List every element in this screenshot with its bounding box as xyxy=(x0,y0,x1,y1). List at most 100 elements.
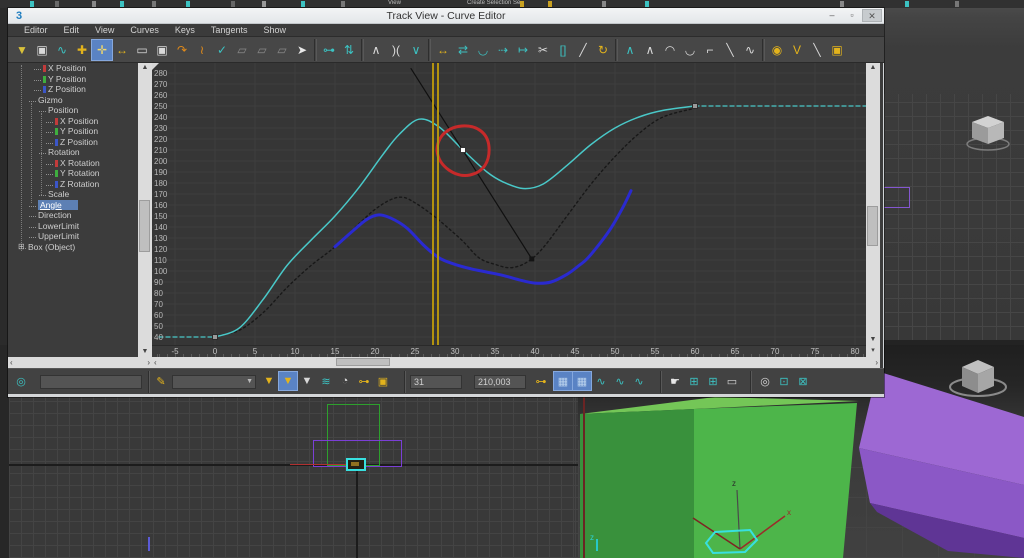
graph-horizontal-scrollbar[interactable]: ‹ › xyxy=(152,357,880,368)
draw-curves-icon[interactable]: ∿ xyxy=(52,40,72,60)
cycle-keys-icon[interactable]: ↻ xyxy=(593,40,613,60)
buffer-curve-icon-1[interactable]: ▱ xyxy=(232,40,252,60)
menu-curves[interactable]: Curves xyxy=(122,25,167,35)
key-time-field[interactable] xyxy=(410,375,462,389)
purple-box-wireframe[interactable] xyxy=(884,187,910,208)
tangent-fast-icon[interactable]: ◠ xyxy=(660,40,680,60)
menu-tangents[interactable]: Tangents xyxy=(203,25,256,35)
cut-keys-icon[interactable]: ✂ xyxy=(533,40,553,60)
track-hierarchy-tree[interactable]: X PositionY PositionZ PositionGizmoPosit… xyxy=(8,63,138,357)
tangent-slow-icon[interactable]: ◡ xyxy=(680,40,700,60)
time-ruler[interactable]: -505101520253035404550556065707580 xyxy=(152,345,866,357)
maximize-button[interactable]: ▫ xyxy=(842,9,862,22)
pan-icon[interactable]: ☛ xyxy=(666,372,684,390)
zoom-icon[interactable]: ◎ xyxy=(756,372,774,390)
reduce-keys-icon[interactable]: ∨ xyxy=(406,40,426,60)
tangent-line[interactable] xyxy=(411,69,532,259)
align-keys-left-icon[interactable]: ↔ xyxy=(433,40,453,60)
tree-vertical-scrollbar[interactable]: ▲ ▼ xyxy=(138,63,152,357)
show-hidden-curves-icon[interactable]: ∿ xyxy=(630,372,648,390)
selection-set-dropdown[interactable]: ▼ xyxy=(172,375,256,389)
title-bar[interactable]: 3 Track View - Curve Editor – ▫ ✕ xyxy=(8,8,884,24)
add-keys-icon[interactable]: ✚ xyxy=(72,40,92,60)
buffer-curve-icon-2[interactable]: ▱ xyxy=(252,40,272,60)
tangent-auto-icon[interactable]: ∧ xyxy=(620,40,640,60)
key-point[interactable] xyxy=(693,104,698,109)
zoom-horizontal-extents-icon[interactable]: ⊞ xyxy=(685,372,703,390)
curve-editor-mode-icon[interactable]: ▦ xyxy=(554,372,572,390)
slide-keys-icon[interactable]: ↔ xyxy=(112,40,132,60)
zoom-region-icon[interactable]: ⊡ xyxy=(775,372,793,390)
window-bottom-border xyxy=(8,394,884,397)
tangent-linear-icon[interactable]: ╲ xyxy=(720,40,740,60)
menu-view[interactable]: View xyxy=(87,25,122,35)
select-time-icon[interactable]: [] xyxy=(553,40,573,60)
edit-track-set-icon[interactable]: ✎ xyxy=(152,372,170,390)
paste-keys-icon[interactable]: ↦ xyxy=(513,40,533,60)
menu-editor[interactable]: Editor xyxy=(16,25,56,35)
align-keys-right-icon[interactable]: ⇄ xyxy=(453,40,473,60)
key-point[interactable] xyxy=(213,335,218,340)
split-curve-icon[interactable]: ╱ xyxy=(573,40,593,60)
key-nudge-icon[interactable]: ⇅ xyxy=(339,40,359,60)
zoom-value-extents-range-icon[interactable]: ⊞ xyxy=(704,372,722,390)
green-cube-left-face[interactable] xyxy=(580,409,694,558)
minimize-button[interactable]: – xyxy=(822,9,842,22)
filter-selected-objects-icon[interactable]: ▼ xyxy=(279,372,297,390)
show-all-curves-icon[interactable]: ∿ xyxy=(611,372,629,390)
track-item-box-object-[interactable]: ⊞Box (Object) xyxy=(8,243,138,254)
zoom-value-extents-icon[interactable]: ◎ xyxy=(12,372,30,390)
show-tangents-icon[interactable]: ◉ xyxy=(767,40,787,60)
key-value-field[interactable] xyxy=(474,375,526,389)
buffer-curve-icon-3[interactable]: ▱ xyxy=(272,40,292,60)
simplify-curve-icon[interactable]: ≀ xyxy=(192,40,212,60)
track-item-z-rotation[interactable]: Z Rotation xyxy=(8,180,138,191)
close-button[interactable]: ✕ xyxy=(862,9,882,22)
dope-sheet-mode-icon[interactable]: ▦ xyxy=(573,372,591,390)
show-ghosting-icon[interactable]: ✓ xyxy=(212,40,232,60)
filter-locked-attributes-icon[interactable]: ▣ xyxy=(374,372,392,390)
filter-selected-tracks-icon[interactable]: ▼ xyxy=(260,372,278,390)
multiplier-curve-icon[interactable]: )( xyxy=(386,40,406,60)
show-selected-curves-icon[interactable]: ∿ xyxy=(592,372,610,390)
tangent-step-icon[interactable]: ⌐ xyxy=(700,40,720,60)
menu-keys[interactable]: Keys xyxy=(167,25,203,35)
tree-horizontal-scrollbar[interactable]: ‹ › xyxy=(8,357,152,368)
viewcube[interactable] xyxy=(962,108,1018,154)
key-point[interactable] xyxy=(530,257,534,261)
filter-animated-tracks-icon[interactable]: ▼ xyxy=(298,372,316,390)
select-cursor-icon[interactable]: ➤ xyxy=(292,40,312,60)
viewport-top-right[interactable] xyxy=(884,8,1024,347)
break-tangents-icon[interactable]: V xyxy=(787,40,807,60)
lock-tangents-icon[interactable]: ▣ xyxy=(827,40,847,60)
unify-tangents-icon[interactable]: ╲ xyxy=(807,40,827,60)
filter-keyable-tracks-icon[interactable]: ◔ xyxy=(336,372,354,390)
retime-tool-icon[interactable]: ↷ xyxy=(172,40,192,60)
snap-cage-icon[interactable]: ◡ xyxy=(473,40,493,60)
track-item-angle[interactable]: Angle xyxy=(8,201,138,212)
tangent-smooth-icon[interactable]: ∿ xyxy=(740,40,760,60)
scale-keys-icon[interactable]: ▭ xyxy=(132,40,152,60)
graph-vertical-scrollbar[interactable]: ▲ ▼ xyxy=(866,63,880,345)
menu-show[interactable]: Show xyxy=(255,25,294,35)
viewcube[interactable] xyxy=(950,360,1006,396)
move-keys-icon[interactable]: ✛ xyxy=(92,40,112,60)
lock-selection-icon[interactable]: ▣ xyxy=(32,40,52,60)
zoom-time-icon[interactable]: ▭ xyxy=(723,372,741,390)
curve-graph-area[interactable]: 2802702602502402302202102001901801701601… xyxy=(152,63,866,345)
track-name-filter-input[interactable] xyxy=(40,375,142,389)
filter-unlocked-tracks-icon[interactable]: ⊶ xyxy=(355,372,373,390)
key-transform-icon[interactable]: ⊶ xyxy=(319,40,339,60)
menu-edit[interactable]: Edit xyxy=(56,25,88,35)
filters-icon[interactable]: ▼ xyxy=(12,40,32,60)
ease-curve-icon[interactable]: ∧ xyxy=(366,40,386,60)
spacing-keys-icon[interactable]: ⇢ xyxy=(493,40,513,60)
isolate-curve-icon[interactable]: ⊠ xyxy=(794,372,812,390)
filter-active-layer-icon[interactable]: ≋ xyxy=(317,372,335,390)
tangent-spline-icon[interactable]: ∧ xyxy=(640,40,660,60)
scale-values-icon[interactable]: ▣ xyxy=(152,40,172,60)
track-item-z-position[interactable]: Z Position xyxy=(8,85,138,96)
selected-object-wireframe[interactable] xyxy=(346,458,366,471)
show-key-info-icon[interactable]: ⊶ xyxy=(532,372,550,390)
selected-key[interactable] xyxy=(461,148,466,153)
